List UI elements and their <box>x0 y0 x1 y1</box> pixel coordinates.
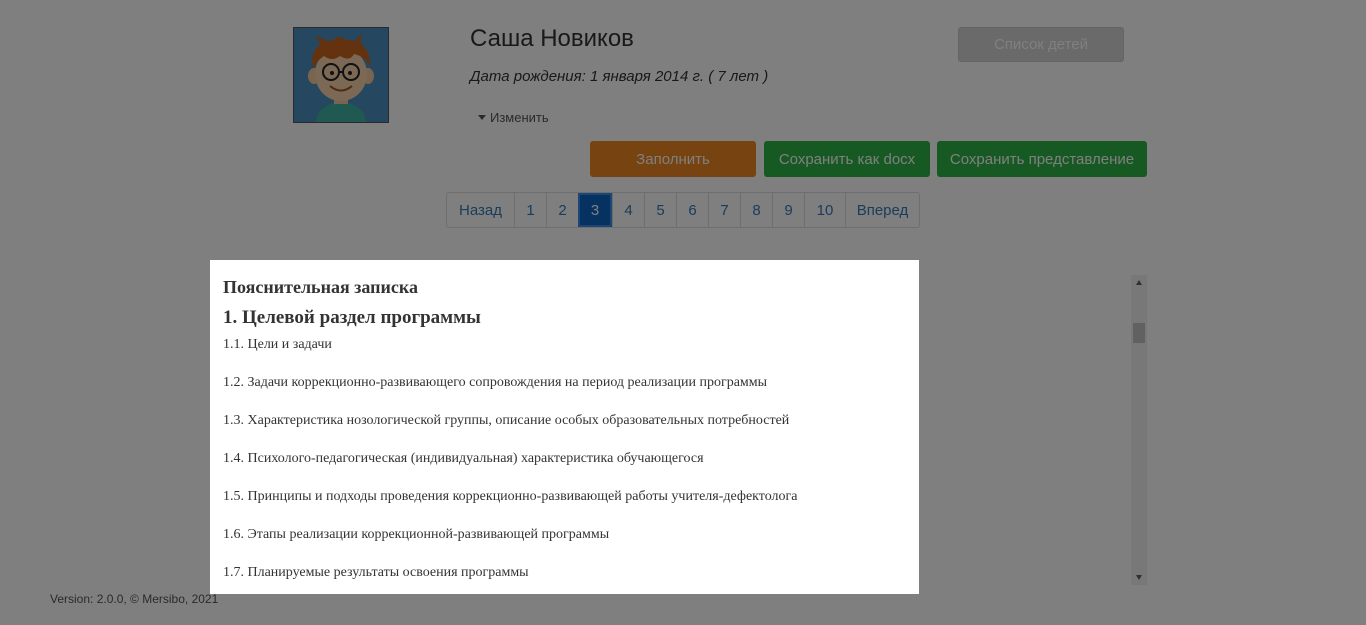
document-title: Пояснительная записка <box>223 277 419 297</box>
document-item: 1.7. Планируемые результаты освоения про… <box>223 565 529 580</box>
document-item: 1.6. Этапы реализации коррекционной-разв… <box>223 527 610 542</box>
document-item: 1.3. Характеристика нозологической групп… <box>223 413 790 428</box>
document-item: 1.4. Психолого-педагогическая (индивидуа… <box>223 451 704 466</box>
document-item: 1.5. Принципы и подходы проведения корре… <box>223 489 798 504</box>
document-item: 1.1. Цели и задачи <box>223 337 332 352</box>
document-preview: Пояснительная записка 1. Целевой раздел … <box>210 260 919 594</box>
document-section-title: 1. Целевой раздел программы <box>223 307 481 328</box>
document-item: 1.2. Задачи коррекционно-развивающего со… <box>223 375 768 390</box>
